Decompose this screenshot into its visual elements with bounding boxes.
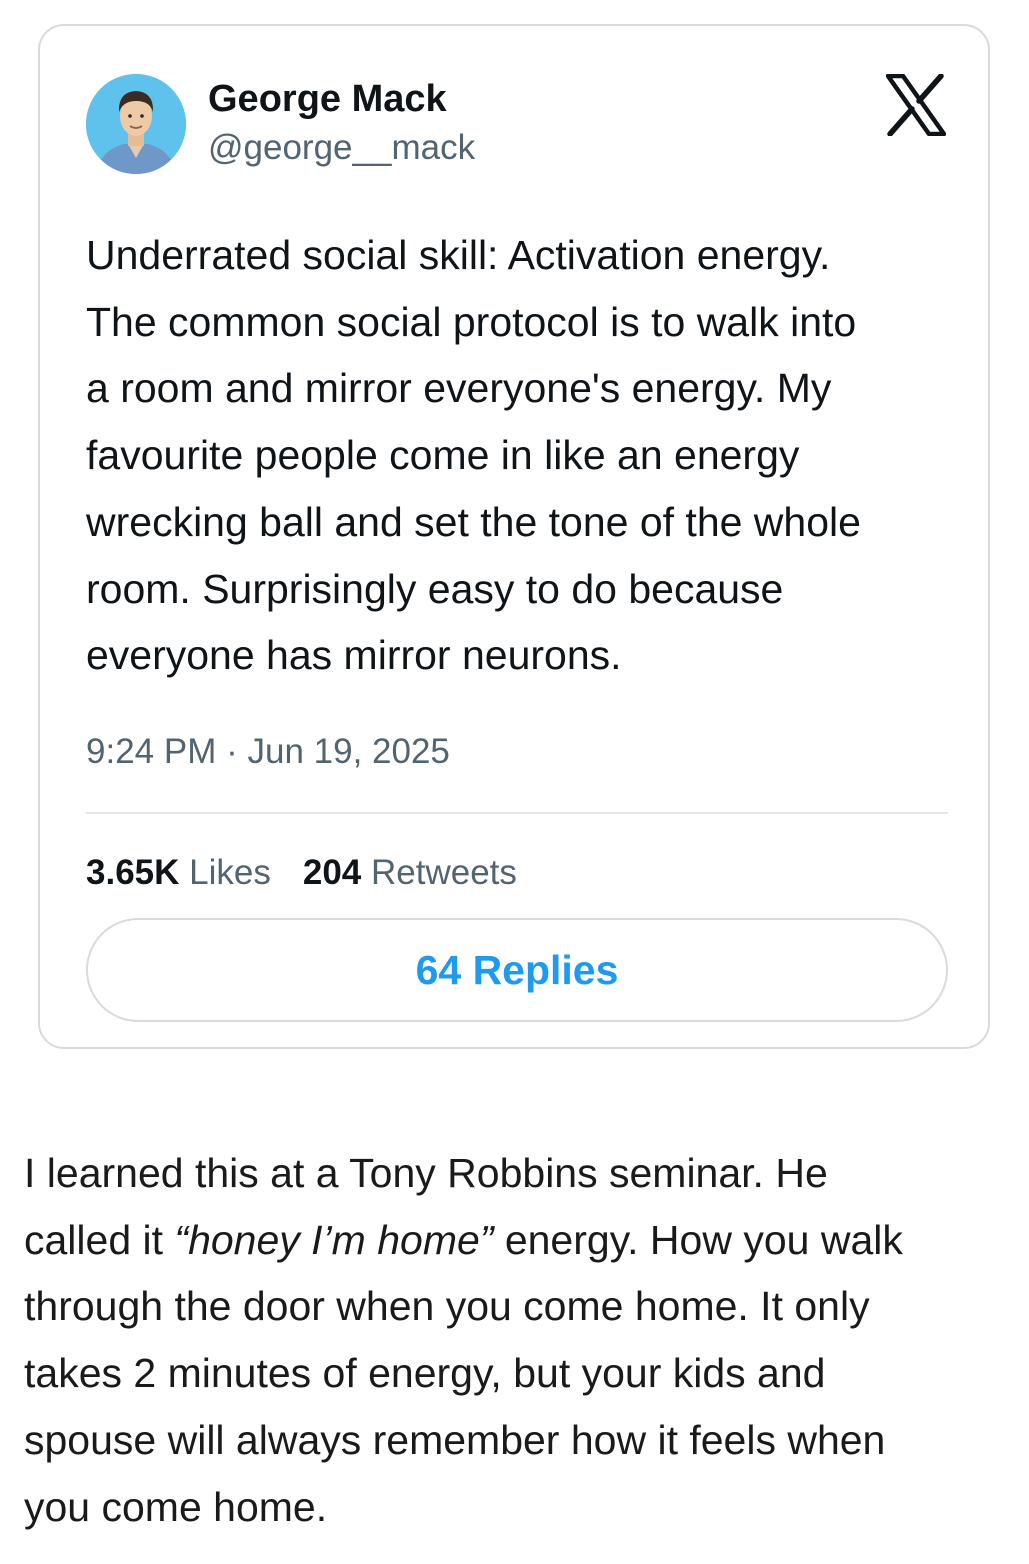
likes-stat[interactable]: 3.65K Likes: [86, 853, 271, 892]
tweet-text-line: The common social protocol is to walk in…: [86, 298, 857, 345]
author-handle[interactable]: @george__mack: [208, 128, 475, 168]
tweet-date: Jun 19, 2025: [247, 732, 450, 771]
timestamp-separator: ·: [226, 732, 238, 771]
likes-count: 3.65K: [86, 853, 180, 892]
retweets-stat[interactable]: 204 Retweets: [303, 853, 517, 892]
retweets-label: Retweets: [371, 853, 517, 892]
tweet-text-line: everyone has mirror neurons.: [86, 632, 622, 679]
author-name[interactable]: George Mack: [208, 78, 447, 121]
caption-text: I learned this at a Tony Robbins seminar…: [24, 1140, 1004, 1540]
caption-line: called it “honey I’m home” energy. How y…: [24, 1207, 1004, 1274]
avatar[interactable]: [86, 74, 186, 174]
caption-line-start: called it: [24, 1216, 175, 1263]
caption-line: spouse will always remember how it feels…: [24, 1416, 886, 1463]
likes-label: Likes: [189, 853, 271, 892]
tweet-text-line: Underrated social skill: Activation ener…: [86, 232, 831, 278]
caption-line: through the door when you come home. It …: [24, 1283, 870, 1330]
tweet-text: Underrated social skill: Activation ener…: [86, 222, 966, 689]
tweet-time: 9:24 PM: [86, 732, 217, 771]
caption-line: I learned this at a Tony Robbins seminar…: [24, 1150, 828, 1196]
caption-line: takes 2 minutes of energy, but your kids…: [24, 1350, 826, 1397]
tweet-text-line: a room and mirror everyone's energy. My: [86, 365, 832, 412]
retweets-count: 204: [302, 853, 362, 892]
caption-line-end: energy. How you walk: [493, 1216, 903, 1263]
tweet-timestamp[interactable]: 9:24 PM · Jun 19, 2025: [86, 732, 450, 772]
tweet-text-line: room. Surprisingly easy to do because: [86, 565, 784, 612]
replies-button[interactable]: 64 Replies: [86, 918, 948, 1022]
divider: [86, 812, 948, 814]
caption-line: you come home.: [24, 1483, 328, 1530]
caption-quote: “honey I’m home”: [174, 1216, 494, 1263]
tweet-text-line: wrecking ball and set the tone of the wh…: [86, 498, 861, 545]
tweet-text-line: favourite people come in like an energy: [86, 432, 800, 479]
x-logo-icon[interactable]: [885, 73, 947, 137]
tweet-stats: 3.65K Likes 204 Retweets: [86, 853, 517, 893]
tweet-card: George Mack @george__mack Underrated soc…: [38, 24, 990, 1049]
